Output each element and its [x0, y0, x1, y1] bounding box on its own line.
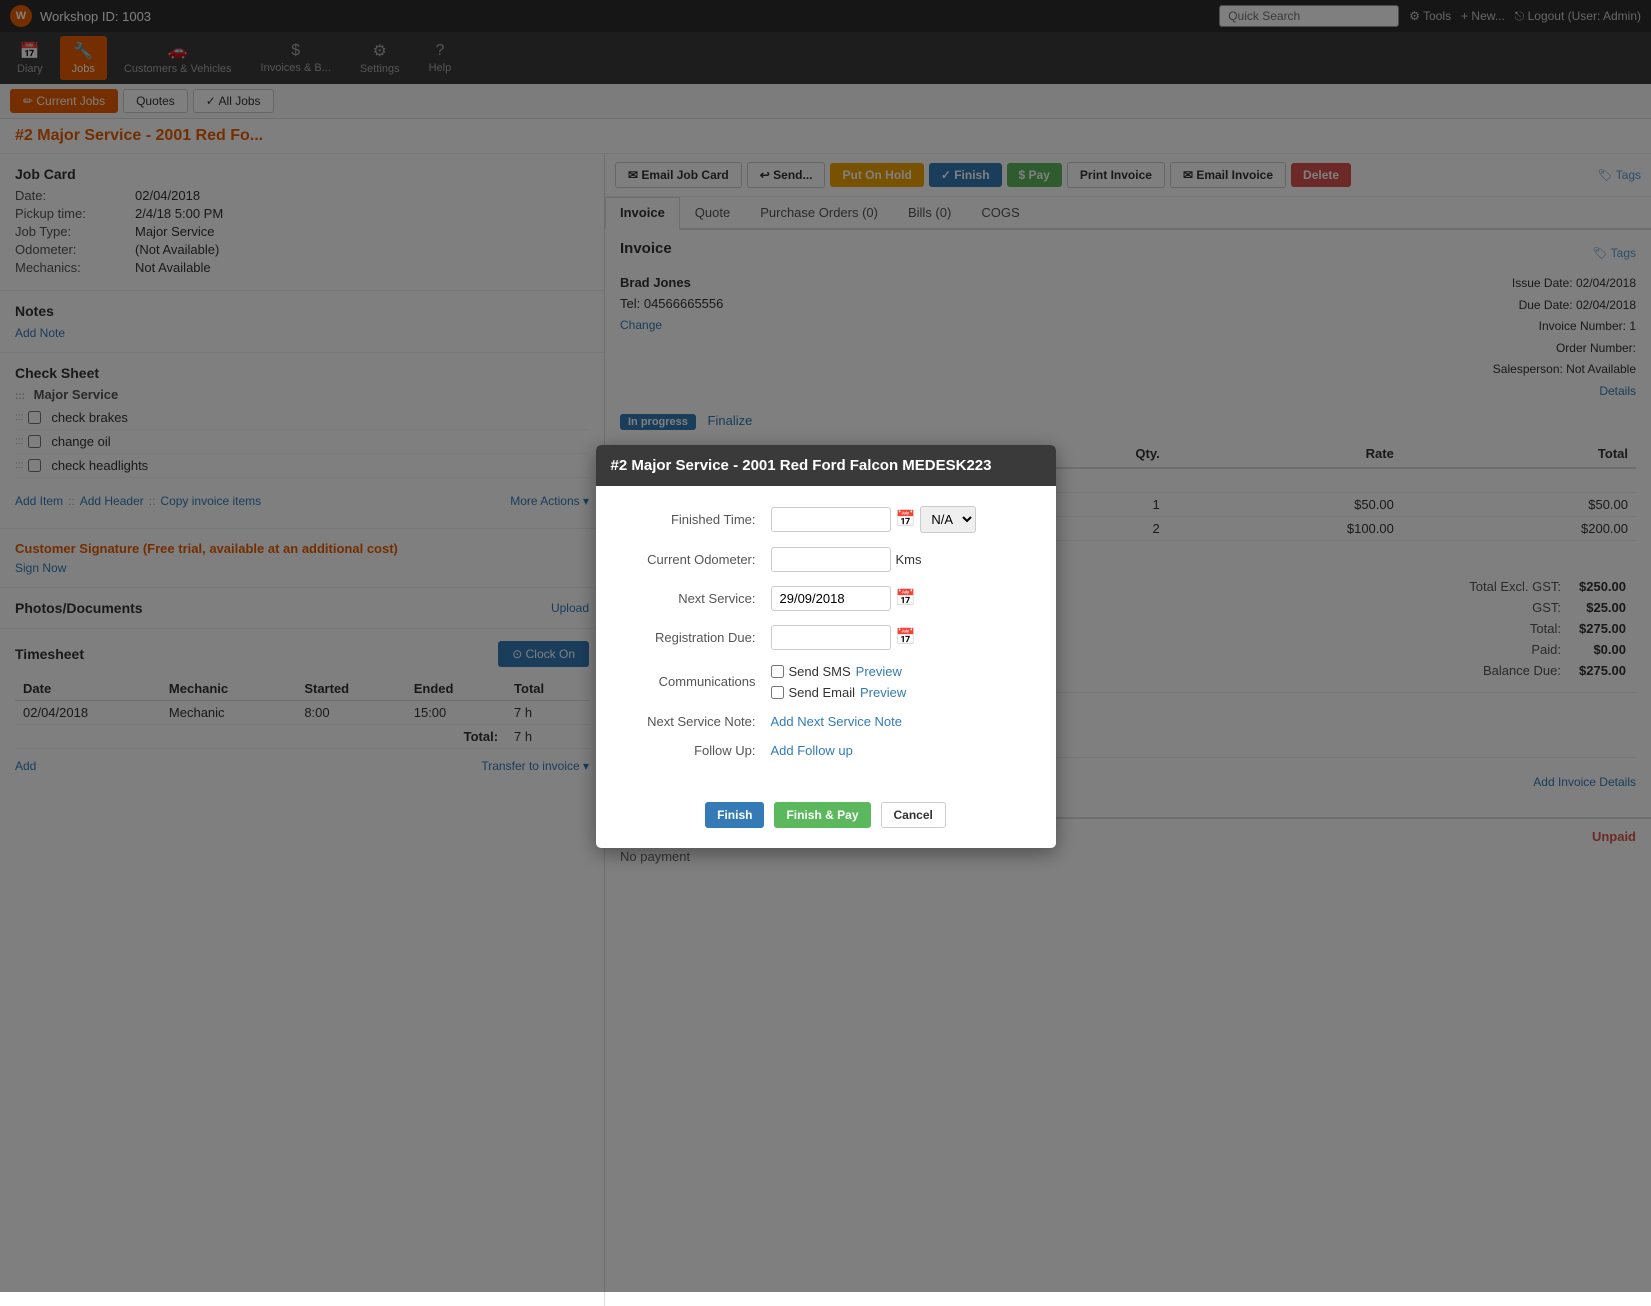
finished-time-control: 📅 N/A [771, 506, 1031, 533]
add-next-service-note-link[interactable]: Add Next Service Note [771, 714, 903, 729]
follow-up-control: Add Follow up [771, 743, 1031, 758]
communications-row: Communications Send SMS Preview Send Ema… [621, 664, 1031, 700]
calendar-icon-3[interactable]: 📅 [896, 627, 916, 647]
send-email-checkbox[interactable] [771, 686, 784, 699]
follow-up-row: Follow Up: Add Follow up [621, 743, 1031, 758]
next-service-row: Next Service: 📅 [621, 586, 1031, 611]
finished-time-label: Finished Time: [621, 512, 771, 527]
modal: #2 Major Service - 2001 Red Ford Falcon … [596, 445, 1056, 848]
modal-finish-button[interactable]: Finish [705, 802, 764, 828]
modal-footer: Finish Finish & Pay Cancel [596, 792, 1056, 848]
modal-header: #2 Major Service - 2001 Red Ford Falcon … [596, 445, 1056, 486]
send-sms-row: Send SMS Preview [771, 664, 902, 679]
next-service-note-control: Add Next Service Note [771, 714, 1031, 729]
registration-due-label: Registration Due: [621, 630, 771, 645]
modal-body: Finished Time: 📅 N/A Current Odometer: K… [596, 486, 1056, 792]
send-email-row: Send Email Preview [771, 685, 907, 700]
next-service-note-label: Next Service Note: [621, 714, 771, 729]
communications-control: Send SMS Preview Send Email Preview [771, 664, 1031, 700]
add-follow-up-link[interactable]: Add Follow up [771, 743, 853, 758]
odometer-unit: Kms [896, 552, 922, 567]
next-service-input[interactable] [771, 586, 891, 611]
finished-time-input[interactable] [771, 507, 891, 532]
registration-due-control: 📅 [771, 625, 1031, 650]
communications-label: Communications [621, 674, 771, 689]
finished-time-row: Finished Time: 📅 N/A [621, 506, 1031, 533]
calendar-icon-1[interactable]: 📅 [896, 509, 916, 529]
odometer-control: Kms [771, 547, 1031, 572]
calendar-icon-2[interactable]: 📅 [896, 588, 916, 608]
modal-finish-pay-button[interactable]: Finish & Pay [774, 802, 870, 828]
email-preview-link[interactable]: Preview [860, 685, 906, 700]
modal-cancel-button[interactable]: Cancel [881, 802, 946, 828]
follow-up-label: Follow Up: [621, 743, 771, 758]
registration-due-row: Registration Due: 📅 [621, 625, 1031, 650]
modal-overlay: #2 Major Service - 2001 Red Ford Falcon … [0, 0, 1651, 1292]
send-sms-label: Send SMS [789, 664, 851, 679]
sms-preview-link[interactable]: Preview [856, 664, 902, 679]
odometer-label: Current Odometer: [621, 552, 771, 567]
next-service-control: 📅 [771, 586, 1031, 611]
na-select[interactable]: N/A [920, 506, 976, 533]
odometer-input[interactable] [771, 547, 891, 572]
odometer-row: Current Odometer: Kms [621, 547, 1031, 572]
registration-due-input[interactable] [771, 625, 891, 650]
send-email-label: Send Email [789, 685, 855, 700]
next-service-label: Next Service: [621, 591, 771, 606]
next-service-note-row: Next Service Note: Add Next Service Note [621, 714, 1031, 729]
send-sms-checkbox[interactable] [771, 665, 784, 678]
